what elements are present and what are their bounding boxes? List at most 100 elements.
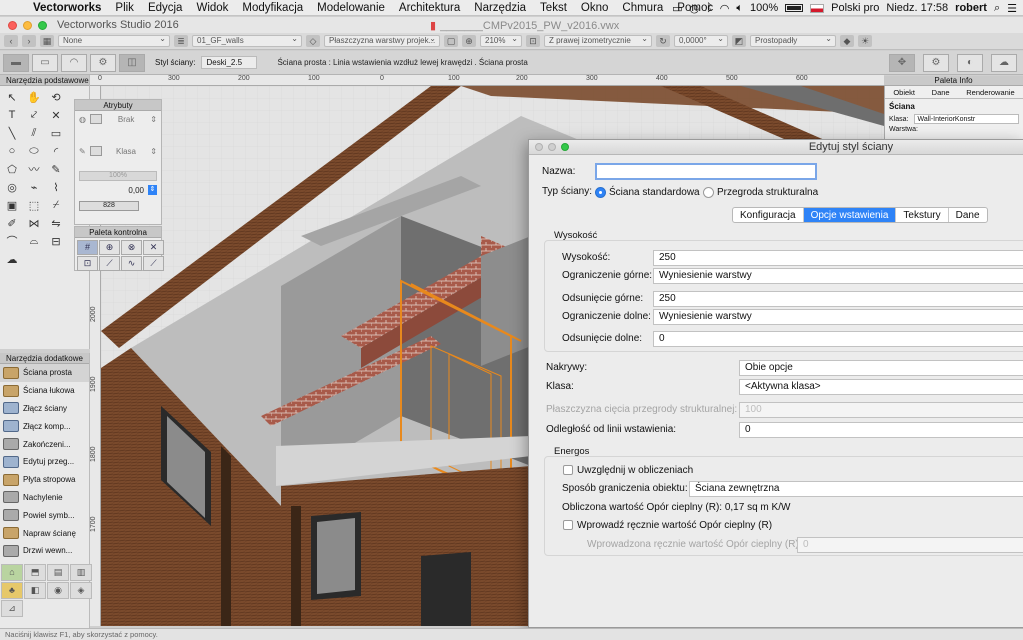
tool-interior-door[interactable]: Drzwi wewn...: [0, 542, 89, 560]
mirror-icon[interactable]: ⇋: [45, 214, 67, 232]
zoom-icon[interactable]: [38, 20, 47, 30]
2d-reshape-icon[interactable]: ⬚: [23, 196, 45, 214]
menu-widok[interactable]: Widok: [189, 2, 235, 14]
brush-icon[interactable]: ⌇: [45, 178, 67, 196]
visualization-icon[interactable]: ◉: [47, 581, 69, 599]
tool-wall-end[interactable]: Zakończeni...: [0, 435, 89, 453]
info-tab-object[interactable]: Obiekt: [893, 88, 915, 97]
tool-repair-wall[interactable]: Napraw ścianę: [0, 524, 89, 542]
fillet-icon[interactable]: ⌒: [1, 232, 23, 250]
radio-structural-partition[interactable]: [703, 187, 714, 198]
battery-icon[interactable]: [785, 4, 804, 12]
input-language[interactable]: Polski pro: [831, 2, 879, 14]
plane-select[interactable]: Płaszczyzna warstwy projek...: [324, 35, 440, 47]
text-icon[interactable]: T: [1, 106, 23, 124]
snap-icon[interactable]: ✥: [889, 53, 915, 72]
snap-angle-icon[interactable]: ⊗: [121, 240, 142, 255]
menu-chmura[interactable]: Chmura: [615, 2, 670, 14]
tab-textures[interactable]: Tekstury: [896, 208, 949, 222]
clock-icon[interactable]: ◷: [690, 2, 700, 15]
forward-icon[interactable]: ›: [22, 35, 36, 47]
objects-icon[interactable]: ◧: [24, 581, 46, 599]
snap-working-plane-icon[interactable]: ⟋: [143, 256, 164, 271]
tool-slab[interactable]: Płyta stropowa: [0, 471, 89, 489]
mode-settings-icon[interactable]: ⚙: [90, 53, 116, 72]
spiral-icon[interactable]: ◎: [1, 178, 23, 196]
pen-row[interactable]: ✎ Klasa ⇕: [75, 143, 161, 159]
freehand-icon[interactable]: ✎: [45, 160, 67, 178]
stepper-icon[interactable]: ⇕: [150, 147, 157, 156]
tool-straight-wall[interactable]: Ściana prosta: [0, 364, 89, 382]
revision-cloud-icon[interactable]: ☁: [1, 250, 23, 268]
wall-style-select[interactable]: Deski_2.5: [201, 56, 258, 69]
zoom-select[interactable]: 210%: [480, 35, 522, 47]
info-class-select[interactable]: Wall-InteriorKonstr: [914, 114, 1019, 124]
include-calc-checkbox[interactable]: [563, 465, 573, 475]
dimension-icon[interactable]: ⊟: [45, 232, 67, 250]
pan-icon[interactable]: ✋: [23, 88, 45, 106]
back-icon[interactable]: ‹: [4, 35, 18, 47]
class-icon[interactable]: ▦: [40, 35, 54, 47]
search-icon[interactable]: ⌕: [994, 2, 1000, 15]
bottom-bound-select[interactable]: Wyniesienie warstwy: [653, 309, 1023, 325]
layer-select[interactable]: 01_GF_walls: [192, 35, 302, 47]
menu-app[interactable]: Vectorworks: [26, 2, 108, 14]
interior-icon[interactable]: ▥: [70, 563, 92, 581]
close-icon[interactable]: [8, 20, 17, 30]
line-weight-row[interactable]: 0,00 ⇕: [75, 182, 161, 198]
name-input[interactable]: [595, 163, 817, 180]
menu-edycja[interactable]: Edycja: [141, 2, 190, 14]
height-input[interactable]: 250: [653, 250, 1023, 266]
snap-smart-icon[interactable]: ∿: [121, 256, 142, 271]
minimize-icon[interactable]: [23, 20, 32, 30]
fill-swatch[interactable]: [89, 114, 102, 124]
building-shell-icon[interactable]: ⬒: [24, 563, 46, 581]
split-icon[interactable]: ⌿: [45, 196, 67, 214]
pencil-icon[interactable]: ✐: [1, 214, 23, 232]
line-style-row[interactable]: 828: [75, 198, 161, 214]
callout-icon[interactable]: ⤦: [23, 106, 45, 124]
connect-icon[interactable]: ⋈: [23, 214, 45, 232]
info-tab-data[interactable]: Dane: [932, 88, 950, 97]
render-icon[interactable]: ◆: [840, 35, 854, 47]
tool-duplicate-symbol[interactable]: Powiel symb...: [0, 506, 89, 524]
tool-join-components[interactable]: Złącz komp...: [0, 417, 89, 435]
display-icon[interactable]: ▭: [672, 2, 682, 15]
snap-grid-icon[interactable]: #: [77, 240, 98, 255]
dims-icon[interactable]: ⊿: [1, 599, 23, 617]
arc-icon[interactable]: ◜: [45, 142, 67, 160]
notification-list-icon[interactable]: ☰: [1007, 2, 1017, 15]
line-icon[interactable]: ╲: [1, 124, 23, 142]
menu-architektura[interactable]: Architektura: [392, 2, 467, 14]
wifi-icon[interactable]: ◠: [720, 2, 730, 15]
mode-line-icon[interactable]: ▬: [3, 53, 29, 72]
mode-rect-icon[interactable]: ▭: [32, 53, 58, 72]
snap-object-icon[interactable]: ⊕: [99, 240, 120, 255]
flyover-icon[interactable]: ⟲: [45, 88, 67, 106]
circle-icon[interactable]: ○: [1, 142, 23, 160]
furniture-icon[interactable]: ▤: [47, 563, 69, 581]
plane-icon[interactable]: ◇: [306, 35, 320, 47]
projection-icon[interactable]: ◩: [732, 35, 746, 47]
tab-data[interactable]: Dane: [949, 208, 987, 222]
layer-icon[interactable]: ≣: [174, 35, 188, 47]
insert-offset-input[interactable]: 0: [739, 422, 1023, 438]
mode-walltool-icon[interactable]: ◫: [119, 53, 145, 72]
ellipse-icon[interactable]: ⬭: [23, 142, 45, 160]
caps-select[interactable]: Obie opcje: [739, 360, 1023, 376]
eyedropper-icon[interactable]: ⌁: [23, 178, 45, 196]
stepper-icon[interactable]: ⇕: [150, 115, 157, 124]
class-select[interactable]: <Aktywna klasa>: [739, 379, 1023, 395]
tab-insert-options[interactable]: Opcje wstawienia: [803, 208, 897, 222]
top-bound-select[interactable]: Wyniesienie warstwy: [653, 268, 1023, 284]
menu-okno[interactable]: Okno: [574, 2, 616, 14]
symbol-icon[interactable]: ▣: [1, 196, 23, 214]
menu-tekst[interactable]: Tekst: [533, 2, 574, 14]
polygon-icon[interactable]: ⬠: [1, 160, 23, 178]
manual-r-checkbox[interactable]: [563, 520, 573, 530]
menu-plik[interactable]: Plik: [108, 2, 141, 14]
line-style-value[interactable]: 828: [79, 201, 139, 211]
snap-distance-icon[interactable]: ⊡: [77, 256, 98, 271]
tool-arc-wall[interactable]: Ściana łukowa: [0, 382, 89, 400]
projection-select[interactable]: Prostopadły: [750, 35, 836, 47]
